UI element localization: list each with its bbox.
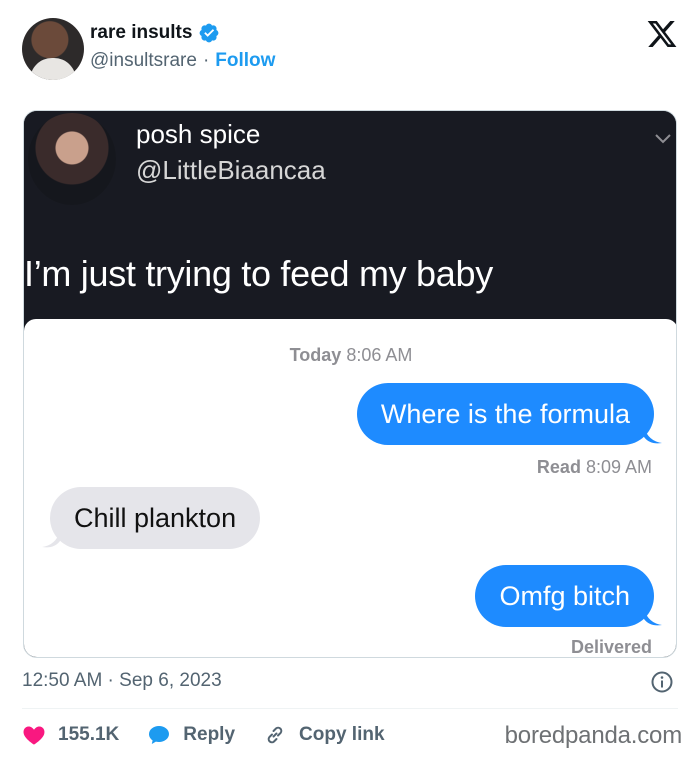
reply-button[interactable]: Reply bbox=[147, 723, 235, 747]
copy-link-button[interactable]: Copy link bbox=[263, 723, 385, 747]
heart-icon bbox=[23, 726, 45, 745]
copy-link-label: Copy link bbox=[299, 724, 385, 745]
author-handle[interactable]: @insultsrare bbox=[90, 50, 197, 72]
tweet-media-image[interactable]: posh spice @LittleBiaancaa I’m just tryi… bbox=[23, 110, 677, 658]
divider bbox=[22, 708, 678, 709]
chat-timestamp-time: 8:06 AM bbox=[346, 345, 413, 365]
link-icon bbox=[267, 726, 283, 744]
chevron-down-icon bbox=[655, 134, 671, 144]
reply-label: Reply bbox=[183, 724, 236, 745]
reply-bubble-icon bbox=[149, 726, 170, 744]
bubble-tail bbox=[644, 609, 662, 626]
message-bubble-outgoing: Where is the formula bbox=[356, 383, 654, 445]
read-receipt: Read 8:09 AM bbox=[537, 457, 652, 478]
follow-button[interactable]: Follow bbox=[215, 50, 275, 72]
post-timestamp[interactable]: 12:50 AM · Sep 6, 2023 bbox=[22, 670, 222, 692]
embedded-tweet-text: I’m just trying to feed my baby bbox=[24, 253, 493, 294]
embedded-handle: @LittleBiaancaa bbox=[136, 155, 326, 185]
message-bubble-incoming: Chill plankton bbox=[50, 487, 261, 549]
bubble-tail bbox=[644, 427, 662, 444]
x-logo-icon[interactable] bbox=[646, 18, 678, 50]
embedded-display-name: posh spice bbox=[136, 119, 261, 149]
author-name-row: rare insults bbox=[90, 22, 220, 44]
bubble-tail bbox=[42, 531, 60, 548]
delivered-receipt: Delivered bbox=[570, 637, 652, 657]
embedded-tweet-screenshot: posh spice @LittleBiaancaa I’m just tryi… bbox=[24, 111, 676, 323]
like-count: 155.1K bbox=[58, 724, 120, 745]
author-display-name[interactable]: rare insults bbox=[90, 22, 192, 44]
info-icon[interactable] bbox=[650, 670, 674, 694]
message-bubble-outgoing: Omfg bitch bbox=[475, 565, 654, 627]
action-bar: 155.1K Reply Copy link bbox=[22, 718, 413, 752]
read-time: 8:09 AM bbox=[585, 457, 652, 477]
embedded-avatar bbox=[28, 113, 116, 205]
handle-separator: · bbox=[202, 50, 210, 71]
watermark: boredpanda.com bbox=[504, 722, 683, 749]
author-handle-row: @insultsrare · Follow bbox=[90, 50, 275, 72]
chat-timestamp: Today 8:06 AM bbox=[24, 345, 676, 366]
verified-badge-icon bbox=[200, 23, 219, 43]
like-button[interactable]: 155.1K bbox=[22, 723, 119, 747]
tweet-header: rare insults @insultsrare · Follow bbox=[0, 0, 700, 100]
imessage-conversation: Today 8:06 AM Where is the formula Read … bbox=[24, 319, 676, 657]
chat-timestamp-day: Today bbox=[289, 345, 342, 365]
author-avatar[interactable] bbox=[22, 18, 84, 80]
read-label: Read bbox=[536, 457, 581, 477]
